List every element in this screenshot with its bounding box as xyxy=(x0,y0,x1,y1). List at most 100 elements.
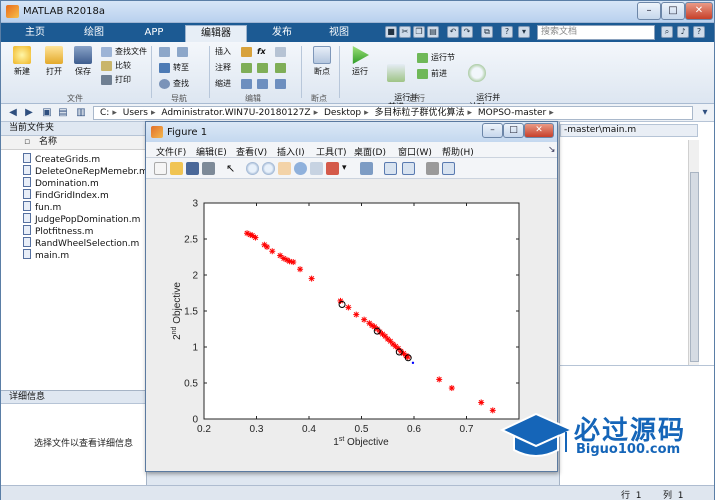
forward-arrow-icon[interactable]: ▶ xyxy=(23,107,35,119)
breadcrumb-folder[interactable]: MOPSO-master xyxy=(478,108,546,118)
insert-dropdown-button[interactable] xyxy=(275,46,289,58)
address-dropdown-icon[interactable]: ▾ xyxy=(699,107,711,119)
breadcrumb-project[interactable]: 多目标粒子群优化算法 xyxy=(375,108,465,118)
brush-icon[interactable] xyxy=(326,162,339,175)
tab-editor[interactable]: 编辑器 xyxy=(185,25,247,42)
find-button[interactable]: 查找 xyxy=(159,78,189,90)
file-item[interactable]: Domination.m xyxy=(23,177,99,189)
menu-edit[interactable]: 编辑(E) xyxy=(196,145,227,158)
pan-hand-icon[interactable] xyxy=(278,162,291,175)
nav-back-button[interactable] xyxy=(159,46,173,58)
file-name-column-header[interactable]: ▫ 名称 xyxy=(1,136,147,150)
save-quick-icon[interactable]: ■ xyxy=(385,26,397,38)
file-item[interactable]: JudgePopDomination.m xyxy=(23,213,140,225)
tab-apps[interactable]: APP xyxy=(125,25,183,42)
paste-quick-icon[interactable]: ▤ xyxy=(427,26,439,38)
figure-close-button[interactable]: ✕ xyxy=(524,123,554,138)
search-docs-input[interactable]: 搜索文档 xyxy=(537,25,655,40)
dropdown-quick-icon[interactable]: ▾ xyxy=(518,26,530,38)
breadcrumb[interactable]: C: ▸ Users ▸ Administrator.WIN7U-20180127Z… xyxy=(93,106,693,120)
insert-legend-icon[interactable] xyxy=(402,162,415,175)
tab-view[interactable]: 视图 xyxy=(315,25,363,42)
link-plot-icon[interactable] xyxy=(360,162,373,175)
uncomment-button[interactable] xyxy=(275,62,289,74)
file-item[interactable]: FindGridIndex.m xyxy=(23,189,109,201)
help-quick-icon[interactable]: ? xyxy=(501,26,513,38)
breadcrumb-user[interactable]: Administrator.WIN7U-20180127Z xyxy=(161,108,310,118)
file-item[interactable]: CreateGrids.m xyxy=(23,153,100,165)
insert-button[interactable]: 插入 xyxy=(215,46,231,58)
insert-icon-button[interactable] xyxy=(241,46,255,58)
decrease-indent-button[interactable] xyxy=(275,78,289,90)
browse-folder-icon[interactable]: ▤ xyxy=(57,107,69,119)
open-file-icon[interactable] xyxy=(170,162,183,175)
minimize-button[interactable]: – xyxy=(637,2,661,20)
cut-quick-icon[interactable]: ✂ xyxy=(399,26,411,38)
print-figure-icon[interactable] xyxy=(202,162,215,175)
figure-minimize-button[interactable]: – xyxy=(482,123,503,138)
notification-icon[interactable]: ♪ xyxy=(677,26,689,38)
new-button[interactable]: 新建 xyxy=(7,46,37,77)
breakpoints-button[interactable]: 断点 xyxy=(307,46,337,77)
wrap-comment-button[interactable] xyxy=(257,62,271,74)
maximize-button[interactable]: □ xyxy=(661,2,685,20)
menu-insert[interactable]: 插入(I) xyxy=(277,145,305,158)
fx-button[interactable]: fx xyxy=(257,46,266,58)
new-figure-icon[interactable] xyxy=(154,162,167,175)
save-button[interactable]: 保存 xyxy=(69,46,97,77)
run-button[interactable]: 运行 xyxy=(345,46,375,77)
data-cursor-icon[interactable] xyxy=(310,162,323,175)
breadcrumb-users[interactable]: Users xyxy=(123,108,148,118)
rotate-3d-icon[interactable] xyxy=(294,162,307,175)
open-button[interactable]: 打开 xyxy=(39,46,69,77)
comment-percent-button[interactable] xyxy=(241,62,255,74)
redo-quick-icon[interactable]: ↷ xyxy=(461,26,473,38)
nav-forward-button[interactable] xyxy=(177,46,191,58)
comment-button[interactable]: 注释 xyxy=(215,62,231,74)
switch-windows-icon[interactable]: ⧉ xyxy=(481,26,493,38)
brush-dropdown-icon[interactable]: ▾ xyxy=(342,162,355,175)
editor-scroll-thumb[interactable] xyxy=(690,172,699,362)
indent-button[interactable]: 缩进 xyxy=(215,78,231,90)
hide-plot-tools-icon[interactable] xyxy=(426,162,439,175)
file-item[interactable]: RandWheelSelection.m xyxy=(23,237,139,249)
breadcrumb-drive[interactable]: C: xyxy=(100,108,109,118)
zoom-out-icon[interactable] xyxy=(262,162,275,175)
editor-scrollbar[interactable] xyxy=(688,140,699,365)
tab-plots[interactable]: 绘图 xyxy=(65,25,123,42)
menu-desktop[interactable]: 桌面(D) xyxy=(354,145,386,158)
find-files-button[interactable]: 查找文件 xyxy=(101,46,147,58)
figure-maximize-button[interactable]: □ xyxy=(503,123,524,138)
menu-help[interactable]: 帮助(H) xyxy=(442,145,474,158)
menu-tools[interactable]: 工具(T) xyxy=(316,145,347,158)
back-arrow-icon[interactable]: ◀ xyxy=(7,107,19,119)
file-item[interactable]: main.m xyxy=(23,249,69,261)
tab-home[interactable]: 主页 xyxy=(7,25,63,42)
zoom-in-icon[interactable] xyxy=(246,162,259,175)
advance-button[interactable]: 前进 xyxy=(417,68,447,80)
editor-tab-main[interactable]: -master\main.m xyxy=(560,124,698,137)
goto-button[interactable]: 转至 xyxy=(159,62,189,74)
menu-view[interactable]: 查看(V) xyxy=(236,145,267,158)
search-icon[interactable]: ⌕ xyxy=(661,26,673,38)
pointer-icon[interactable]: ↖ xyxy=(226,162,239,175)
folder-icon[interactable]: ▥ xyxy=(75,107,87,119)
run-section-button[interactable]: 运行节 xyxy=(417,52,455,64)
file-item[interactable]: Plotfitness.m xyxy=(23,225,93,237)
copy-quick-icon[interactable]: ❐ xyxy=(413,26,425,38)
tab-publish[interactable]: 发布 xyxy=(251,25,313,42)
smart-indent-button[interactable] xyxy=(241,78,255,90)
print-button[interactable]: 打印 xyxy=(101,74,131,86)
increase-indent-button[interactable] xyxy=(257,78,271,90)
save-figure-icon[interactable] xyxy=(186,162,199,175)
breadcrumb-desktop[interactable]: Desktop xyxy=(324,108,361,118)
close-button[interactable]: ✕ xyxy=(685,2,713,20)
file-item[interactable]: fun.m xyxy=(23,201,61,213)
menu-window[interactable]: 窗口(W) xyxy=(398,145,432,158)
menu-dock-icon[interactable]: ↘ xyxy=(548,145,556,155)
help-icon[interactable]: ? xyxy=(693,26,705,38)
menu-file[interactable]: 文件(F) xyxy=(156,145,186,158)
show-plot-tools-icon[interactable] xyxy=(442,162,455,175)
insert-colorbar-icon[interactable] xyxy=(384,162,397,175)
undo-quick-icon[interactable]: ↶ xyxy=(447,26,459,38)
